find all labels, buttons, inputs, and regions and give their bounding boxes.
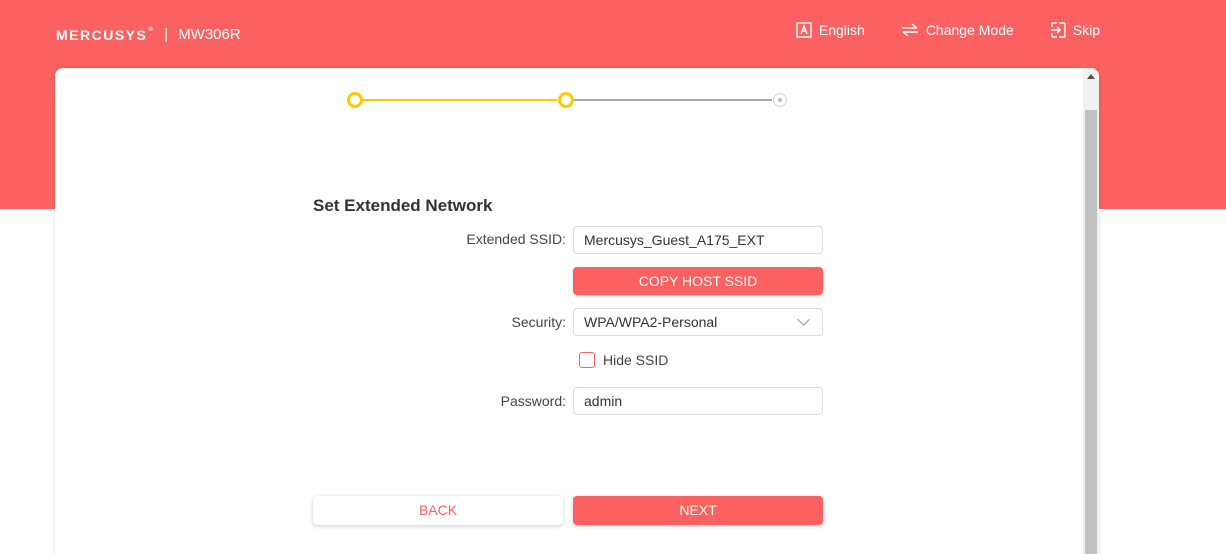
password-label: Password:: [500, 393, 566, 409]
chevron-down-icon: [797, 313, 810, 326]
step-1-dot: [347, 92, 363, 108]
copy-host-ssid-button[interactable]: COPY HOST SSID: [573, 267, 823, 295]
password-input[interactable]: [573, 387, 823, 415]
brand: MERCUSYS® | MW306R: [56, 26, 241, 43]
swap-arrows-icon: [901, 23, 918, 37]
language-label: English: [818, 22, 865, 38]
header-actions: English Change Mode Skip: [796, 22, 1100, 38]
security-label: Security:: [511, 314, 566, 330]
ssid-label: Extended SSID:: [466, 231, 566, 247]
change-mode-label: Change Mode: [925, 22, 1014, 38]
model-name: MW306R: [178, 26, 241, 43]
mercusys-logo: MERCUSYS®: [56, 26, 155, 43]
hide-ssid-label: Hide SSID: [603, 352, 669, 368]
wizard-card: Set Extended Network Extended SSID: COPY…: [55, 68, 1099, 554]
language-icon: [796, 22, 812, 38]
change-mode-button[interactable]: Change Mode: [901, 22, 1014, 38]
progress-stepper: [345, 91, 795, 109]
back-button[interactable]: BACK: [313, 496, 563, 525]
next-button[interactable]: NEXT: [573, 496, 823, 525]
section-title: Set Extended Network: [313, 196, 493, 215]
skip-icon: [1050, 22, 1066, 38]
skip-label: Skip: [1072, 22, 1100, 38]
scroll-up-arrow-icon[interactable]: [1083, 68, 1099, 85]
step-3-dot: [773, 93, 787, 107]
brand-separator: |: [164, 26, 169, 43]
language-button[interactable]: English: [796, 22, 865, 38]
step-2-dot: [558, 92, 574, 108]
extended-ssid-input[interactable]: [573, 226, 823, 254]
security-value: WPA/WPA2-Personal: [584, 314, 718, 330]
security-select[interactable]: WPA/WPA2-Personal: [573, 308, 823, 336]
step-connector-completed: [357, 99, 557, 101]
skip-button[interactable]: Skip: [1050, 22, 1100, 38]
scroll-thumb[interactable]: [1085, 110, 1097, 554]
vertical-scrollbar[interactable]: [1083, 68, 1099, 554]
hide-ssid-option[interactable]: Hide SSID: [579, 352, 668, 368]
hide-ssid-checkbox[interactable]: [579, 352, 595, 368]
step-connector-pending: [567, 99, 772, 101]
